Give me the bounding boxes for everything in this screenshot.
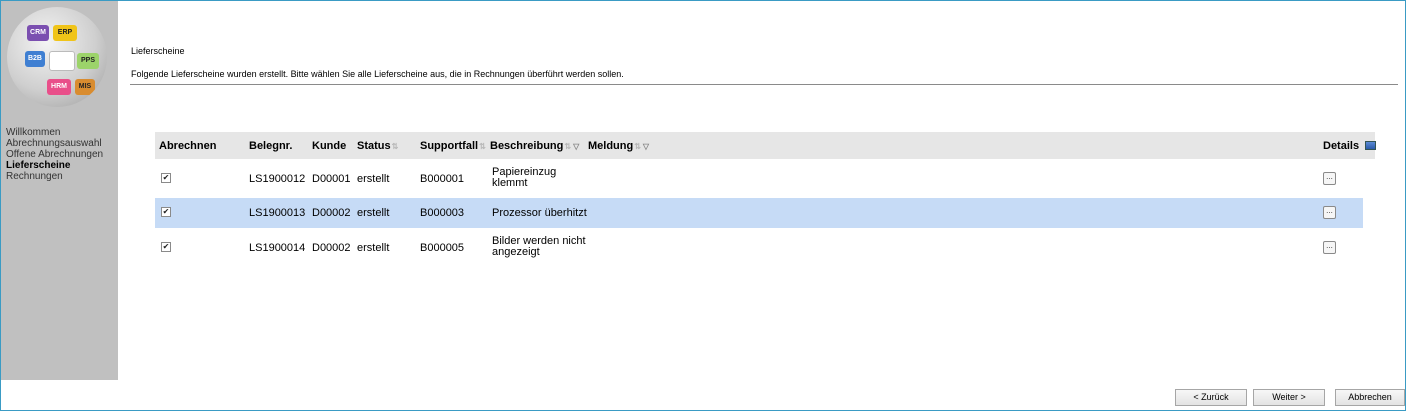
cell-beschreibung: Prozessor überhitzt	[492, 207, 587, 219]
page-title: Lieferscheine	[131, 46, 185, 56]
cell-kunde: D00002	[312, 207, 351, 219]
sort-icon[interactable]: ⇅	[479, 142, 486, 151]
row-checkbox[interactable]: ✔	[161, 207, 171, 217]
filter-icon[interactable]: ▽	[573, 142, 579, 151]
sidebar-item-offene-abrechnungen[interactable]: Offene Abrechnungen	[6, 149, 103, 160]
cell-beschreibung: Papiereinzug klemmt	[492, 166, 557, 189]
divider	[130, 84, 1398, 85]
filter-icon[interactable]: ▽	[643, 142, 649, 151]
cell-status: erstellt	[357, 173, 390, 185]
cell-supportfall: B000005	[420, 242, 465, 254]
sidebar: CRM ERP B2B PPS HRM MIS Willkommen Abrec…	[1, 1, 118, 380]
column-header-status-label: Status	[357, 140, 391, 152]
logo-piece-mis: MIS	[75, 79, 95, 95]
sidebar-item-willkommen[interactable]: Willkommen	[6, 127, 103, 138]
logo-piece-b2b: B2B	[25, 51, 45, 67]
column-header-meldung[interactable]: Meldung⇅ ▽	[588, 140, 649, 152]
cell-status: erstellt	[357, 207, 390, 219]
details-button[interactable]: ...	[1323, 241, 1336, 254]
row-checkbox[interactable]: ✔	[161, 173, 171, 183]
logo-piece-crm: CRM	[27, 25, 49, 41]
column-header-belegnr: Belegnr.	[249, 140, 293, 152]
back-button[interactable]: < Zurück	[1175, 389, 1247, 406]
sort-icon[interactable]: ⇅	[634, 142, 641, 151]
logo-piece-pps: PPS	[77, 53, 99, 69]
cell-status: erstellt	[357, 242, 390, 254]
column-header-meldung-label: Meldung	[588, 140, 634, 152]
column-header-supportfall-label: Supportfall	[420, 140, 479, 152]
page-instruction: Folgende Lieferscheine wurden erstellt. …	[131, 69, 624, 79]
row-checkbox[interactable]: ✔	[161, 242, 171, 252]
table-row[interactable]: ✔ LS1900013 D00002 erstellt B000003 Proz…	[155, 198, 1363, 228]
column-header-beschreibung[interactable]: Beschreibung⇅ ▽	[490, 140, 579, 152]
cell-beschreibung: Bilder werden nicht angezeigt	[492, 235, 586, 258]
sidebar-item-abrechnungsauswahl[interactable]: Abrechnungsauswahl	[6, 138, 103, 149]
cell-belegnr: LS1900013	[249, 207, 306, 219]
cell-supportfall: B000003	[420, 207, 465, 219]
table-row[interactable]: ✔ LS1900012 D00001 erstellt B000001 Papi…	[155, 162, 1363, 196]
image-icon[interactable]	[1365, 141, 1376, 150]
logo-piece-erp: ERP	[53, 25, 77, 41]
cell-kunde: D00002	[312, 242, 351, 254]
cell-kunde: D00001	[312, 173, 351, 185]
logo: CRM ERP B2B PPS HRM MIS	[7, 7, 107, 107]
cell-supportfall: B000001	[420, 173, 465, 185]
table-row[interactable]: ✔ LS1900014 D00002 erstellt B000005 Bild…	[155, 231, 1363, 265]
sort-icon[interactable]: ⇅	[392, 142, 399, 151]
details-button[interactable]: ...	[1323, 206, 1336, 219]
logo-center-piece	[49, 51, 75, 71]
sidebar-nav: Willkommen Abrechnungsauswahl Offene Abr…	[6, 127, 103, 182]
cell-belegnr: LS1900014	[249, 242, 306, 254]
details-button[interactable]: ...	[1323, 172, 1336, 185]
sort-icon[interactable]: ⇅	[564, 142, 571, 151]
logo-piece-hrm: HRM	[47, 79, 71, 95]
table-header: Abrechnen Belegnr. Kunde Status⇅ Support…	[155, 132, 1376, 159]
column-header-abrechnen: Abrechnen	[159, 140, 217, 152]
next-button[interactable]: Weiter >	[1253, 389, 1325, 406]
column-header-beschreibung-label: Beschreibung	[490, 140, 564, 152]
column-header-supportfall[interactable]: Supportfall⇅	[420, 140, 486, 152]
cell-belegnr: LS1900012	[249, 173, 306, 185]
cancel-button[interactable]: Abbrechen	[1335, 389, 1405, 406]
column-header-kunde: Kunde	[312, 140, 347, 152]
column-header-status[interactable]: Status⇅	[357, 140, 398, 152]
column-header-details: Details	[1323, 140, 1360, 152]
sidebar-item-lieferscheine[interactable]: Lieferscheine	[6, 160, 103, 171]
sidebar-item-rechnungen[interactable]: Rechnungen	[6, 171, 103, 182]
